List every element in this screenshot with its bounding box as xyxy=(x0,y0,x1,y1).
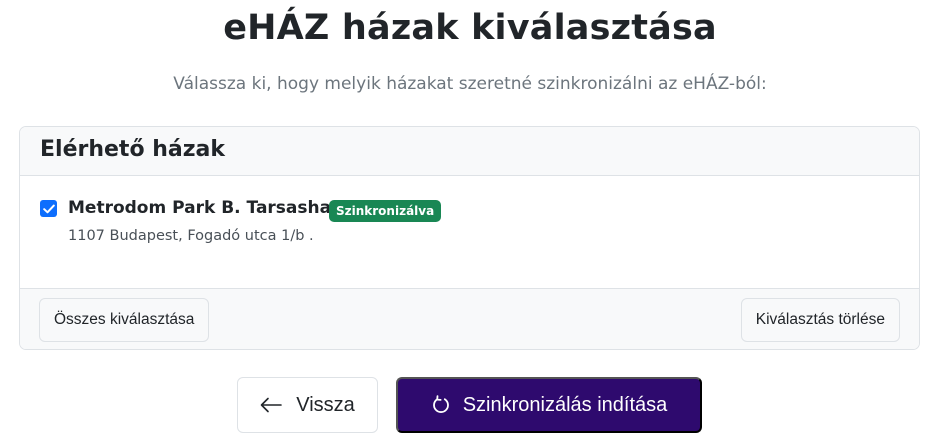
house-name[interactable]: Metrodom Park B. Tarsashaz xyxy=(68,198,341,218)
start-sync-button[interactable]: Szinkronizálás indítása xyxy=(396,377,702,433)
clear-selection-button[interactable]: Kiválasztás törlése xyxy=(740,298,900,342)
refresh-icon xyxy=(431,395,451,415)
select-all-button[interactable]: Összes kiválasztása xyxy=(39,298,210,342)
page-title: eHÁZ házak kiválasztása xyxy=(223,8,717,48)
house-address: 1107 Budapest, Fogadó utca 1/b . xyxy=(68,228,314,244)
house-checkbox[interactable] xyxy=(40,200,57,217)
back-button[interactable]: Vissza xyxy=(237,377,378,433)
back-button-label: Vissza xyxy=(296,393,355,416)
arrow-left-icon xyxy=(260,397,283,413)
available-houses-card: Elérhető házak Metrodom Park B. Tarsasha… xyxy=(19,126,920,350)
card-footer: Összes kiválasztása Kiválasztás törlése xyxy=(20,288,919,349)
status-badge: Szinkronizálva xyxy=(329,200,442,222)
page-subtitle: Válassza ki, hogy melyik házakat szeretn… xyxy=(173,74,767,94)
house-list: Metrodom Park B. Tarsashaz Szinkronizálv… xyxy=(20,176,919,288)
start-sync-button-label: Szinkronizálás indítása xyxy=(462,393,668,416)
card-title: Elérhető házak xyxy=(20,127,919,176)
house-selection-page: eHÁZ házak kiválasztása Válassza ki, hog… xyxy=(0,0,940,446)
checkmark-icon xyxy=(42,204,55,213)
